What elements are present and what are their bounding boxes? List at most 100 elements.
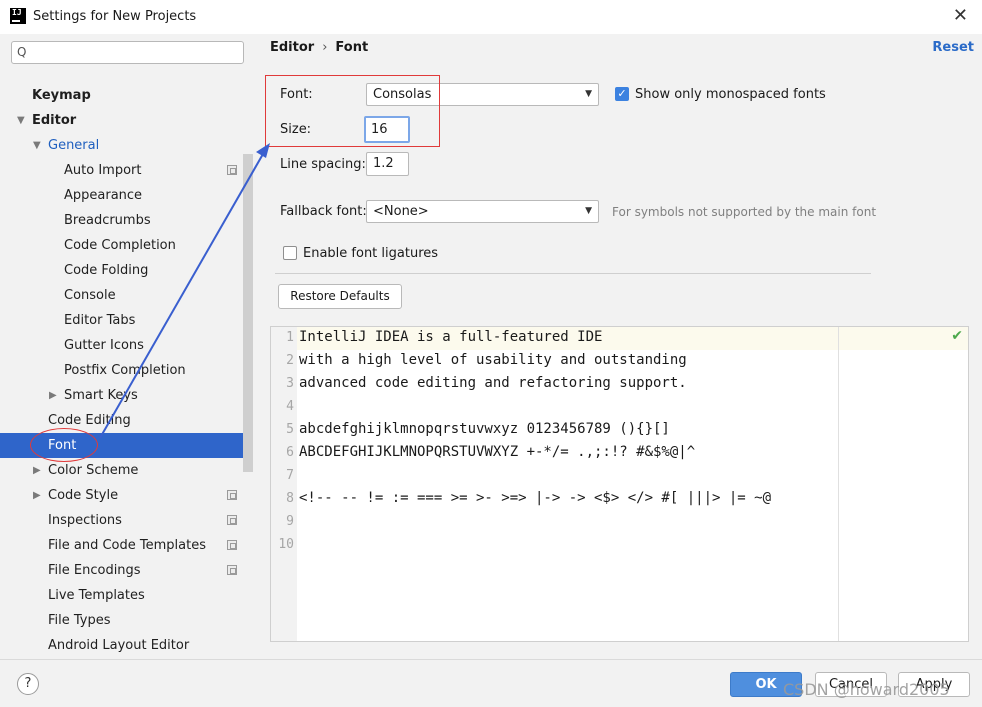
sidebar-item-gutter-icons[interactable]: Gutter Icons	[0, 333, 241, 358]
sidebar-item-label: Live Templates	[48, 588, 145, 603]
sidebar-item-auto-import[interactable]: Auto Import	[0, 158, 241, 183]
line-spacing-field[interactable]: 1.2	[366, 152, 409, 176]
sidebar-item-general[interactable]: ▼ General	[0, 133, 241, 158]
sidebar-item-color-scheme[interactable]: ▶ Color Scheme	[0, 458, 241, 483]
right-margin-guide	[838, 327, 839, 641]
project-scope-icon	[227, 490, 237, 500]
window-title: Settings for New Projects	[33, 9, 197, 24]
sidebar-item-editor-tabs[interactable]: Editor Tabs	[0, 308, 241, 333]
sidebar-item-live-templates[interactable]: Live Templates	[0, 583, 241, 608]
font-preview-editor[interactable]: 1 2 3 4 5 6 7 8 9 10 IntelliJ IDEA is a …	[270, 326, 969, 642]
sidebar-item-label: Breadcrumbs	[64, 213, 151, 228]
project-scope-icon	[227, 540, 237, 550]
monospaced-checkbox[interactable]: ✓	[615, 87, 629, 101]
project-scope-icon	[227, 165, 237, 175]
sidebar-item-keymap[interactable]: Keymap	[0, 83, 241, 108]
dialog-footer: ? OK Cancel Apply CSDN @howard2005	[0, 659, 982, 707]
fallback-font-hint: For symbols not supported by the main fo…	[612, 205, 877, 219]
expanded-arrow-icon[interactable]: ▼	[17, 108, 25, 133]
line-number: 3	[286, 376, 294, 391]
ligatures-checkbox[interactable]	[283, 246, 297, 260]
sidebar-item-label: Postfix Completion	[64, 363, 186, 378]
chevron-down-icon: ▼	[585, 206, 592, 216]
sidebar-item-label: General	[48, 138, 100, 153]
sidebar-item-label: Appearance	[64, 188, 143, 203]
watermark: CSDN @howard2005	[783, 680, 950, 699]
close-icon[interactable]: ✕	[953, 5, 968, 26]
line-number: 5	[286, 422, 294, 437]
collapsed-arrow-icon[interactable]: ▶	[49, 383, 57, 408]
line-number-gutter: 1 2 3 4 5 6 7 8 9 10	[271, 327, 297, 641]
line-number: 4	[286, 399, 294, 414]
fallback-font-label: Fallback font:	[280, 204, 367, 219]
sidebar-item-label: Gutter Icons	[64, 338, 144, 353]
sidebar-item-label: Android Layout Editor	[48, 638, 190, 653]
sidebar-item-appearance[interactable]: Appearance	[0, 183, 241, 208]
restore-defaults-button[interactable]: Restore Defaults	[278, 284, 402, 309]
sidebar-item-label: Code Folding	[64, 263, 149, 278]
sidebar-item-label: Auto Import	[64, 163, 142, 178]
help-button[interactable]: ?	[17, 673, 39, 695]
sidebar-item-label: File Types	[48, 613, 111, 628]
search-icon: Q	[17, 45, 27, 59]
sidebar-item-label: File Encodings	[48, 563, 141, 578]
sidebar-item-label: Keymap	[32, 88, 91, 103]
sidebar-item-code-folding[interactable]: Code Folding	[0, 258, 241, 283]
sidebar-item-file-types[interactable]: File Types	[0, 608, 241, 633]
project-scope-icon	[227, 515, 237, 525]
sidebar-item-android-layout-editor[interactable]: Android Layout Editor	[0, 633, 241, 658]
intellij-app-icon: IJ	[10, 8, 26, 24]
sidebar-item-breadcrumbs[interactable]: Breadcrumbs	[0, 208, 241, 233]
breadcrumb: Editor › Font	[270, 40, 368, 55]
inspection-ok-check-icon: ✔	[951, 328, 963, 344]
line-spacing-label: Line spacing:	[280, 157, 366, 172]
sidebar-scrollbar[interactable]	[243, 154, 253, 472]
project-scope-icon	[227, 565, 237, 575]
collapsed-arrow-icon[interactable]: ▶	[33, 483, 41, 508]
code-line: abcdefghijklmnopqrstuvwxyz 0123456789 ()…	[299, 421, 670, 437]
title-bar: IJ Settings for New Projects ✕	[0, 0, 982, 34]
annotation-highlight-box	[265, 75, 440, 147]
fallback-font-select[interactable]: <None> ▼	[366, 200, 599, 223]
fallback-font-value: <None>	[373, 204, 429, 219]
sidebar-item-code-editing[interactable]: Code Editing	[0, 408, 241, 433]
sidebar-item-label: Smart Keys	[64, 388, 138, 403]
search-input[interactable]: Q	[11, 41, 244, 64]
sidebar-item-label: Editor	[32, 113, 77, 128]
reset-link[interactable]: Reset	[932, 40, 974, 55]
line-number: 7	[286, 468, 294, 483]
breadcrumb-parent[interactable]: Editor	[270, 40, 314, 55]
code-line: <!-- -- != := === >= >- >=> |-> -> <$> <…	[299, 490, 772, 506]
sidebar-item-console[interactable]: Console	[0, 283, 241, 308]
sidebar-item-code-completion[interactable]: Code Completion	[0, 233, 241, 258]
sidebar-item-label: Code Completion	[64, 238, 176, 253]
code-line: IntelliJ IDEA is a full-featured IDE	[299, 329, 603, 345]
sidebar-item-label: Console	[64, 288, 116, 303]
code-line: ABCDEFGHIJKLMNOPQRSTUVWXYZ +-*/= .,;:!? …	[299, 444, 696, 460]
sidebar-item-smart-keys[interactable]: ▶ Smart Keys	[0, 383, 241, 408]
sidebar-item-file-encodings[interactable]: File Encodings	[0, 558, 241, 583]
sidebar-item-code-style[interactable]: ▶ Code Style	[0, 483, 241, 508]
ligatures-label[interactable]: Enable font ligatures	[303, 246, 438, 261]
chevron-down-icon: ▼	[585, 89, 592, 99]
monospaced-label[interactable]: Show only monospaced fonts	[635, 87, 826, 102]
sidebar-item-label: Inspections	[48, 513, 122, 528]
sidebar-item-editor[interactable]: ▼ Editor	[0, 108, 241, 133]
sidebar-item-file-and-code-templates[interactable]: File and Code Templates	[0, 533, 241, 558]
code-line: with a high level of usability and outst…	[299, 352, 687, 368]
sidebar-item-inspections[interactable]: Inspections	[0, 508, 241, 533]
expanded-arrow-icon[interactable]: ▼	[33, 133, 41, 158]
sidebar-item-label: Editor Tabs	[64, 313, 136, 328]
sidebar-item-label: File and Code Templates	[48, 538, 206, 553]
line-number: 9	[286, 514, 294, 529]
sidebar-item-label: Code Style	[48, 488, 119, 503]
divider	[275, 273, 871, 274]
collapsed-arrow-icon[interactable]: ▶	[33, 458, 41, 483]
code-line: advanced code editing and refactoring su…	[299, 375, 687, 391]
sidebar-item-postfix-completion[interactable]: Postfix Completion	[0, 358, 241, 383]
line-number: 2	[286, 353, 294, 368]
line-number: 8	[286, 491, 294, 506]
settings-sidebar: Q Keymap ▼ Editor ▼ General Auto Import …	[0, 34, 253, 659]
line-number: 6	[286, 445, 294, 460]
line-number: 10	[278, 537, 294, 552]
